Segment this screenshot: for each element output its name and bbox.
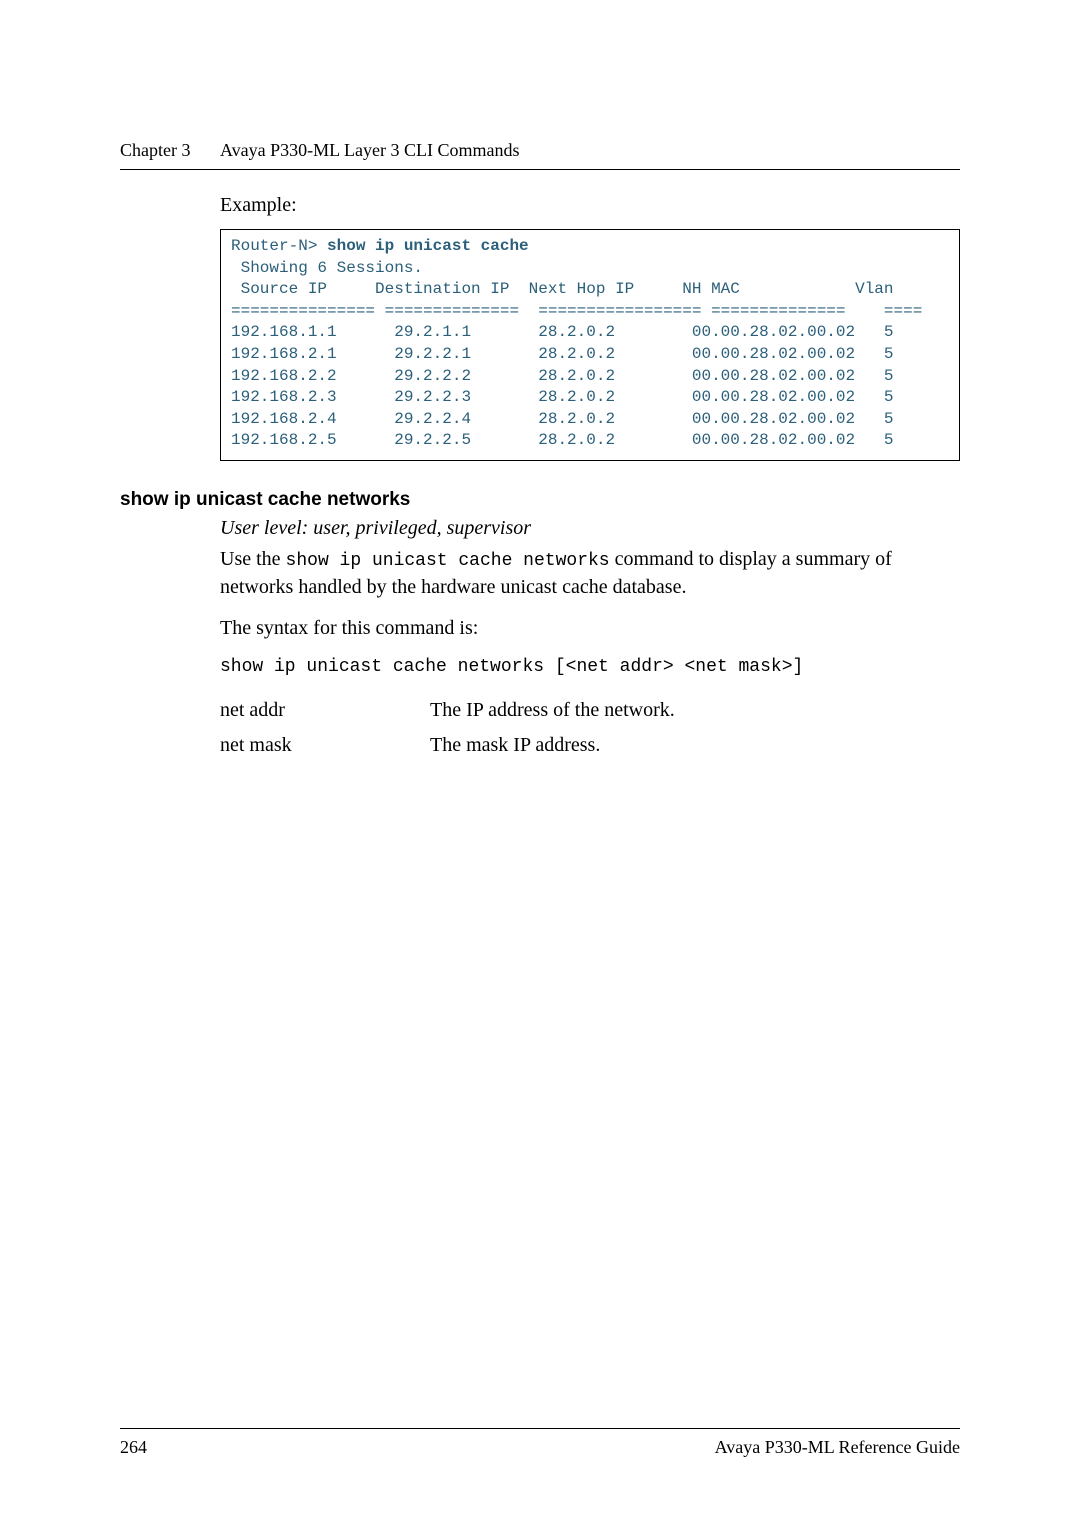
code-row: 192.168.1.1 29.2.1.1 28.2.0.2 00.00.28.0… (231, 323, 894, 341)
section-heading: show ip unicast cache networks (120, 489, 960, 511)
page-header: Chapter 3 Avaya P330-ML Layer 3 CLI Comm… (120, 140, 960, 170)
syntax-label: The syntax for this command is: (220, 615, 960, 643)
page-number: 264 (120, 1437, 147, 1458)
param-name: net mask (220, 734, 430, 757)
code-row: 192.168.2.5 29.2.2.5 28.2.0.2 00.00.28.0… (231, 431, 894, 449)
inline-command: show ip unicast cache networks (286, 551, 610, 571)
example-label: Example: (220, 194, 960, 217)
chapter-label: Chapter 3 (120, 140, 190, 161)
param-name: net addr (220, 699, 430, 722)
code-colheader: Source IP Destination IP Next Hop IP NH … (231, 280, 894, 298)
user-level-line: User level: user, privileged, supervisor (220, 517, 960, 540)
code-row: 192.168.2.4 29.2.2.4 28.2.0.2 00.00.28.0… (231, 410, 894, 428)
param-desc: The IP address of the network. (430, 699, 675, 722)
prompt-text: Router-N> (231, 237, 327, 255)
code-row: 192.168.2.3 29.2.2.3 28.2.0.2 00.00.28.0… (231, 388, 894, 406)
body-pre: Use the (220, 548, 286, 570)
param-row: net mask The mask IP address. (220, 734, 960, 757)
code-row: 192.168.2.2 29.2.2.2 28.2.0.2 00.00.28.0… (231, 367, 894, 385)
code-divider: =============== ============== =========… (231, 302, 922, 320)
syntax-command: show ip unicast cache networks [<net add… (220, 657, 960, 677)
header-title: Avaya P330-ML Layer 3 CLI Commands (220, 140, 519, 160)
code-sessions: Showing 6 Sessions. (231, 259, 423, 277)
code-row: 192.168.2.1 29.2.2.1 28.2.0.2 00.00.28.0… (231, 345, 894, 363)
footer-reference: Avaya P330-ML Reference Guide (715, 1437, 960, 1458)
param-desc: The mask IP address. (430, 734, 600, 757)
code-example-block: Router-N> show ip unicast cache Showing … (220, 229, 960, 461)
page-footer: 264 Avaya P330-ML Reference Guide (120, 1428, 960, 1458)
command-text: show ip unicast cache (327, 237, 529, 255)
description-paragraph: Use the show ip unicast cache networks c… (220, 546, 960, 601)
param-row: net addr The IP address of the network. (220, 699, 960, 722)
